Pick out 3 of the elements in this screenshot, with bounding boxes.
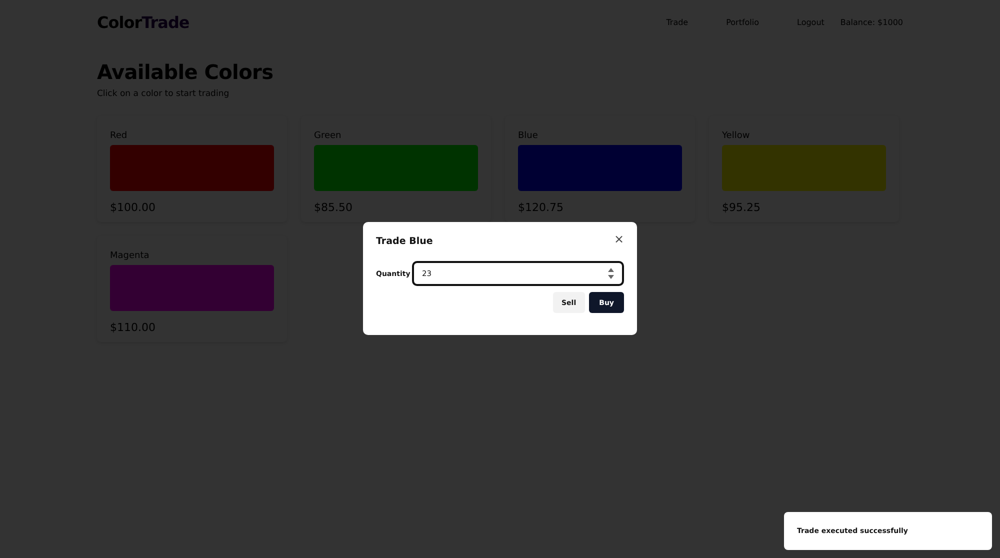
spinner-icon[interactable]	[608, 268, 614, 279]
dialog-title: Trade Blue	[376, 236, 433, 247]
close-button[interactable]: ×	[614, 234, 624, 244]
